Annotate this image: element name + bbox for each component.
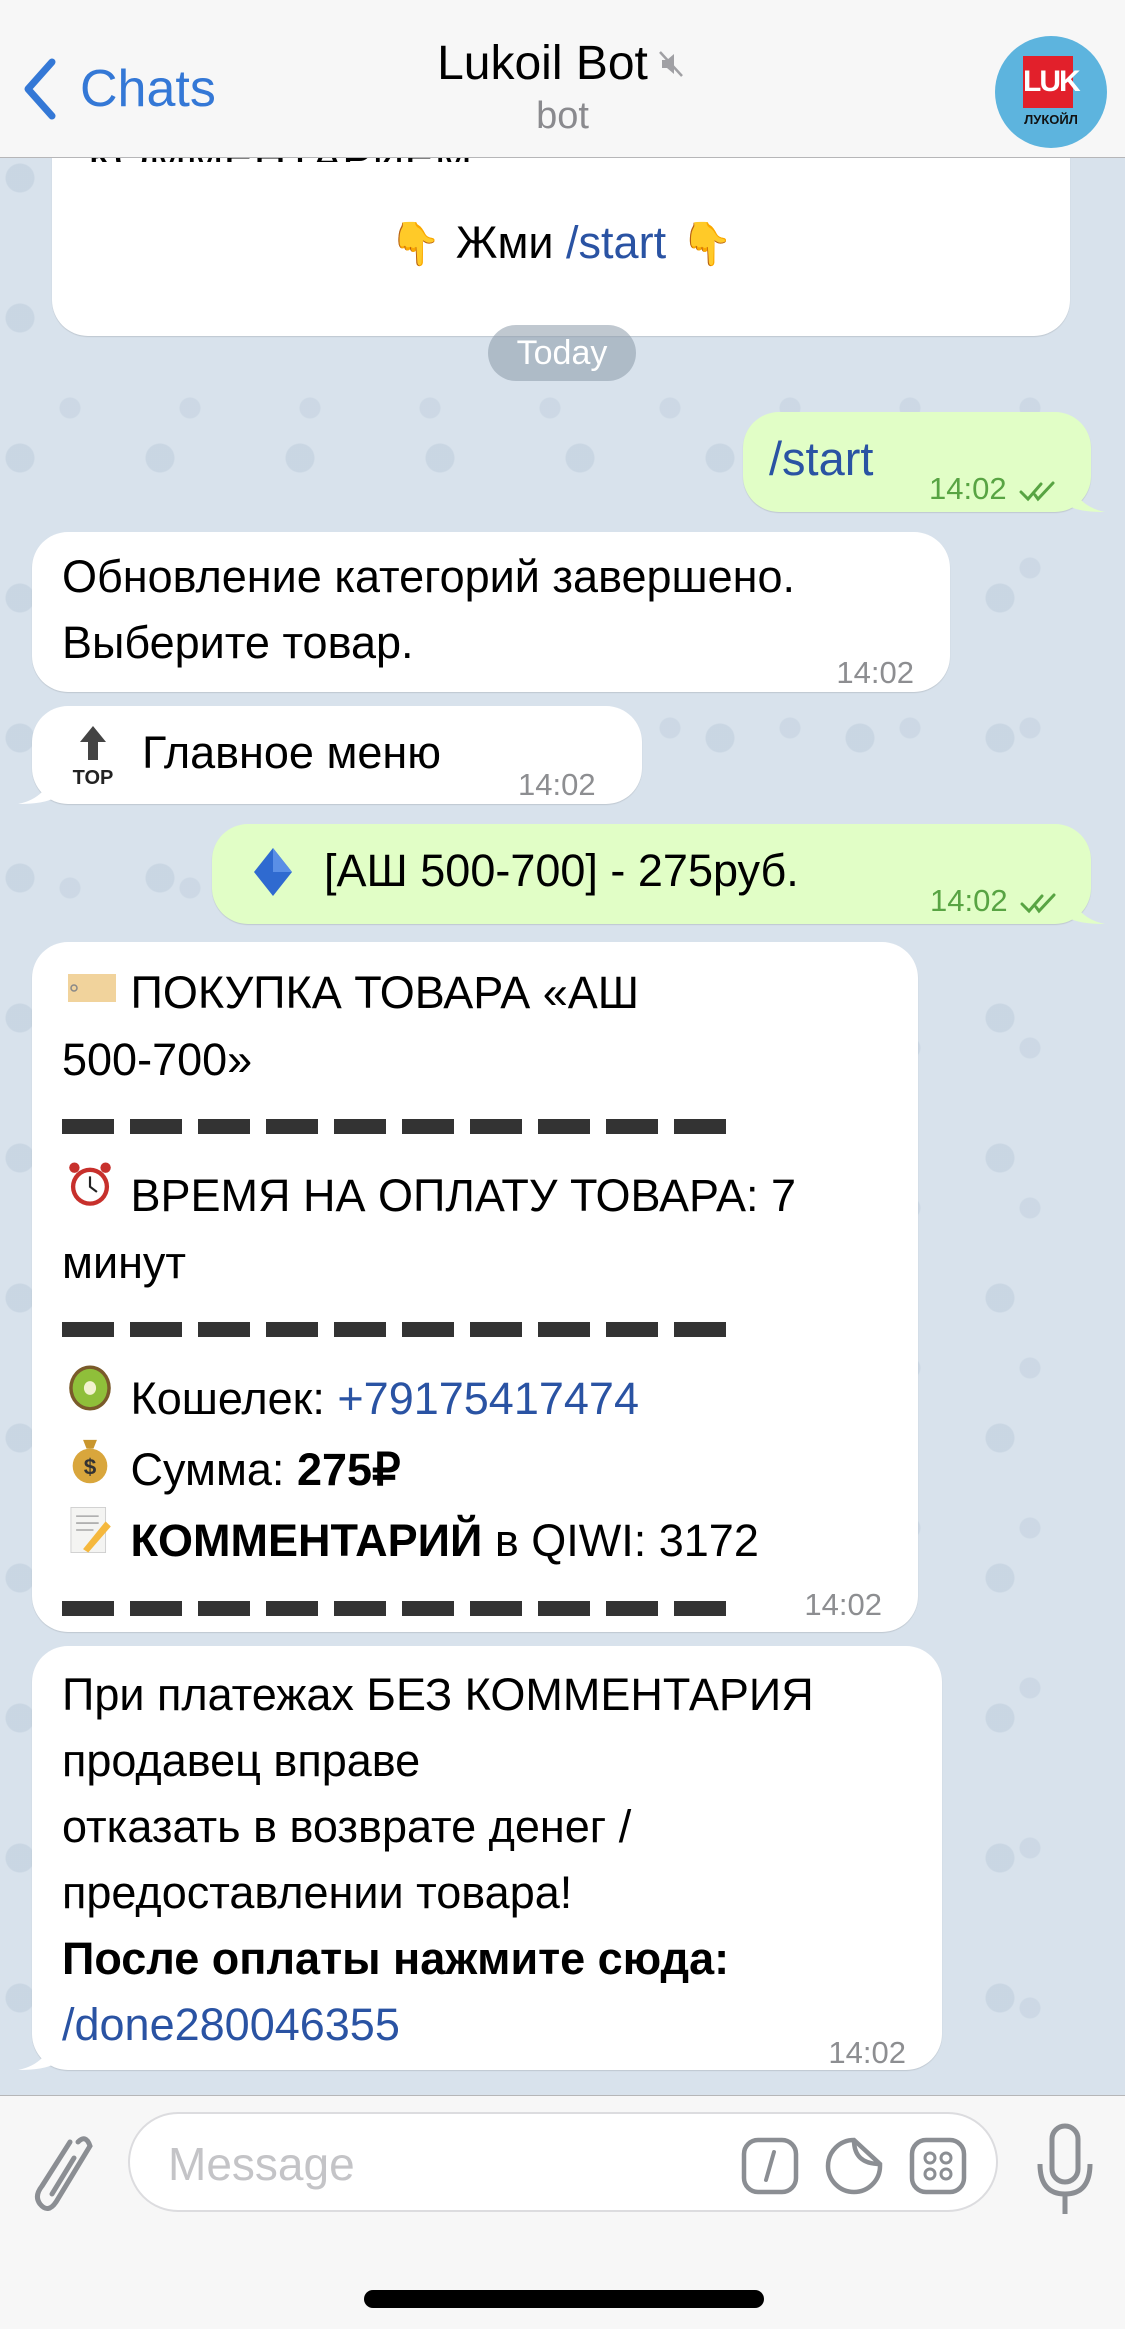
money-bag-icon: $ — [62, 1433, 118, 1504]
done-command-link[interactable]: /done280046355 — [62, 1992, 932, 2058]
message-text: Выберите товар. — [62, 617, 414, 668]
message-bubble-intro: КОММЕНТАРИЕМ. 👇 Жми /start 👇 — [52, 158, 1070, 336]
divider — [62, 1296, 902, 1362]
muted-speaker-icon — [658, 50, 683, 77]
start-command-text[interactable]: /start — [769, 426, 873, 492]
message-bubble-outgoing: /start 14:02 — [743, 412, 1105, 512]
label-tag-icon — [62, 961, 118, 1027]
message-bubble-incoming: TOP Главное меню 14:02 — [18, 706, 642, 804]
comment-value: в QIWI: 3172 — [494, 1515, 759, 1566]
message-time: 14:02 — [804, 1587, 882, 1622]
bubble-tail — [1069, 888, 1105, 924]
sum-value: 275₽ — [296, 1444, 401, 1495]
message-text: Обновление категорий завершено. — [62, 551, 796, 602]
svg-text:$: $ — [84, 1455, 97, 1480]
bubble-tail — [18, 2034, 54, 2070]
lukoil-logo: LUK — [1023, 56, 1081, 108]
message-field[interactable] — [128, 2112, 998, 2212]
divider — [62, 1575, 902, 1641]
purchase-product: 500-700» — [62, 1034, 253, 1085]
warning-text: предоставлении товара! — [62, 1867, 573, 1918]
message-time: 14:02 — [930, 868, 1062, 934]
bot-avatar[interactable]: LUK ЛУКОЙЛ — [995, 36, 1107, 148]
wallet-label: Кошелек: — [130, 1373, 325, 1424]
sum-line: $ Сумма: 275₽ — [62, 1433, 902, 1504]
time-label: 14:02 — [929, 471, 1007, 506]
comment-line: КОММЕНТАРИЙ в QIWI: 3172 — [62, 1504, 902, 1575]
svg-text:TOP: TOP — [73, 767, 114, 789]
paperclip-icon[interactable] — [30, 2128, 100, 2218]
avatar-caption: ЛУКОЙЛ — [1024, 112, 1078, 127]
home-indicator[interactable] — [364, 2290, 764, 2308]
warning-text: продавец вправе — [62, 1735, 421, 1786]
product-selection-text: [АШ 500-700] - 275руб. — [324, 845, 799, 896]
read-checkmarks-icon — [1019, 481, 1055, 502]
wallet-phone-link[interactable]: +79175417474 — [337, 1373, 639, 1424]
message-bubble-incoming: Обновление категорий завершено. Выберите… — [32, 532, 950, 692]
message-partial-text: КОММЕНТАРИЕМ. — [88, 158, 485, 162]
sticker-icon[interactable] — [824, 2136, 884, 2196]
payment-time-text: ВРЕМЯ НА ОПЛАТУ ТОВАРА: 7 — [130, 1170, 797, 1221]
message-time: 14:02 — [929, 456, 1061, 522]
divider — [62, 1093, 902, 1159]
after-payment-instruction: После оплаты нажмите сюда: — [62, 1933, 730, 1984]
kiwi-icon — [62, 1362, 118, 1433]
pointing-down-icon: 👇 — [680, 220, 733, 267]
payment-time-unit: минут — [62, 1237, 187, 1288]
message-bubble-purchase: ПОКУПКА ТОВАРА «АШ 500-700» ВРЕМЯ НА ОПЛ… — [32, 942, 918, 1632]
chat-header: Chats Lukoil Bot bot LUK ЛУКОЙЛ — [0, 0, 1125, 158]
message-time: 14:02 — [836, 655, 914, 690]
purchase-title-line: ПОКУПКА ТОВАРА «АШ — [62, 960, 902, 1027]
press-start-line: 👇 Жми /start 👇 — [52, 210, 1070, 277]
warning-text: При платежах БЕЗ КОММЕНТАРИЯ — [62, 1669, 814, 1720]
comment-label: КОММЕНТАРИЙ — [130, 1515, 483, 1566]
bubble-tail — [1069, 476, 1105, 512]
payment-time-line: ВРЕМЯ НА ОПЛАТУ ТОВАРА: 7 — [62, 1159, 902, 1230]
warning-text: отказать в возврате денег / — [62, 1801, 632, 1852]
chat-title-area[interactable]: Lukoil Bot bot — [0, 36, 1125, 138]
microphone-icon[interactable] — [1030, 2120, 1100, 2220]
time-label: 14:02 — [930, 883, 1008, 918]
bot-keyboard-icon[interactable] — [908, 2136, 968, 2196]
bubble-tail — [18, 768, 54, 804]
date-separator: Today — [488, 325, 636, 381]
chat-title: Lukoil Bot — [437, 37, 648, 90]
read-checkmarks-icon — [1020, 893, 1056, 914]
main-menu-text: Главное меню — [142, 727, 442, 778]
chat-subtitle: bot — [536, 95, 589, 137]
alarm-clock-icon — [62, 1159, 118, 1230]
purchase-title: ПОКУПКА ТОВАРА «АШ — [130, 967, 640, 1018]
message-bubble-warning: При платежах БЕЗ КОММЕНТАРИЯ продавец вп… — [18, 1646, 942, 2070]
sum-label: Сумма: — [130, 1444, 285, 1495]
message-bubble-outgoing: [АШ 500-700] - 275руб. 14:02 — [212, 824, 1105, 924]
press-text: Жми — [455, 217, 554, 268]
start-command-link[interactable]: /start — [566, 217, 666, 268]
wallet-line: Кошелек: +79175417474 — [62, 1362, 902, 1433]
pointing-down-icon: 👇 — [389, 220, 442, 267]
memo-icon — [62, 1504, 118, 1575]
message-time: 14:02 — [518, 767, 596, 802]
message-input[interactable] — [168, 2134, 728, 2194]
top-arrow-icon: TOP — [68, 720, 118, 790]
blue-diamond-icon — [248, 834, 298, 904]
message-time: 14:02 — [828, 2035, 906, 2070]
slash-command-icon[interactable] — [740, 2136, 800, 2196]
